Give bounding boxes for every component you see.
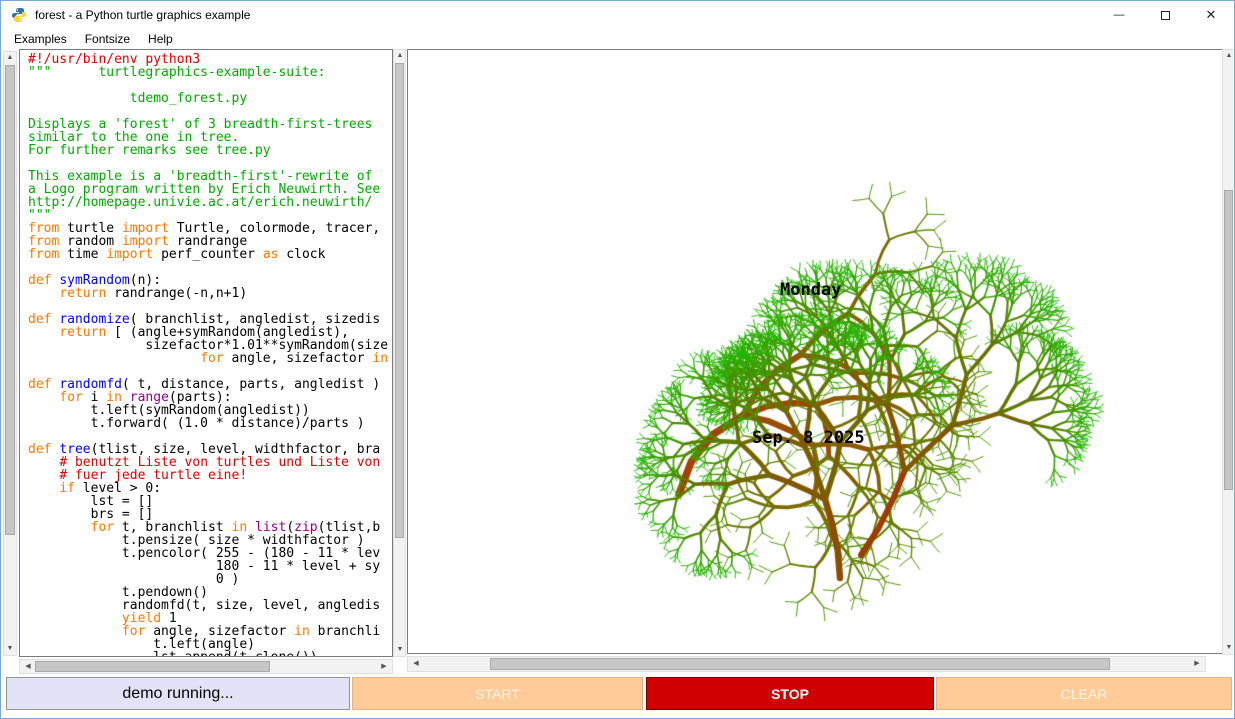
minimize-button[interactable]: —	[1096, 1, 1142, 29]
code-line: return [ (angle+symRandom(angledist),	[28, 326, 392, 339]
text-vscrollbar[interactable]: ▲ ▼	[393, 49, 406, 657]
status-label: demo running...	[6, 677, 350, 710]
scroll-left-icon[interactable]: ◀	[410, 658, 422, 670]
code-line: # fuer jede turtle eine!	[28, 469, 392, 482]
code-line: if level > 0:	[28, 482, 392, 495]
python-icon	[11, 7, 27, 23]
scroll-down-icon[interactable]: ▼	[4, 643, 16, 655]
code-line: For further remarks see tree.py	[28, 144, 392, 157]
code-line: # benutzt Liste von turtles und Liste vo…	[28, 456, 392, 469]
scrollbar-thumb[interactable]	[490, 658, 1110, 670]
app-window: forest - a Python turtle graphics exampl…	[0, 0, 1235, 719]
scrollbar-thumb[interactable]	[1224, 190, 1233, 490]
code-line: t.pencolor( 255 - (180 - 11 * lev	[28, 547, 392, 560]
start-button[interactable]: START	[352, 677, 643, 710]
code-line: yield 1	[28, 612, 392, 625]
code-line: def randomfd( t, distance, parts, angled…	[28, 378, 392, 391]
code-line: Displays a 'forest' of 3 breadth-first-t…	[28, 118, 392, 131]
code-line: def symRandom(n):	[28, 274, 392, 287]
code-line: sizefactor*1.01**symRandom(size	[28, 339, 392, 352]
code-line: lst = []	[28, 495, 392, 508]
code-line: 0 )	[28, 573, 392, 586]
code-line: for t, branchlist in list(zip(tlist,b	[28, 521, 392, 534]
code-line: lst.append(t.clone())	[28, 651, 392, 657]
code-line: t.pensize( size * widthfactor )	[28, 534, 392, 547]
canvas-hscrollbar[interactable]: ◀ ▶	[407, 656, 1206, 672]
minimize-icon: —	[1114, 9, 1125, 21]
menu-help[interactable]: Help	[139, 30, 182, 48]
scroll-right-icon[interactable]: ▶	[1191, 658, 1203, 670]
code-editor[interactable]: #!/usr/bin/env python3""" turtlegraphics…	[19, 49, 393, 657]
close-button[interactable]: ✕	[1188, 1, 1234, 29]
title-bar: forest - a Python turtle graphics exampl…	[1, 1, 1234, 29]
code-line: #!/usr/bin/env python3	[28, 53, 392, 66]
code-lines: #!/usr/bin/env python3""" turtlegraphics…	[28, 53, 392, 657]
menu-examples[interactable]: Examples	[5, 30, 76, 48]
code-line: """ turtlegraphics-example-suite:	[28, 66, 392, 79]
code-line: for i in range(parts):	[28, 391, 392, 404]
turtle-canvas-panel: Monday Sep. 8 2025	[407, 49, 1223, 654]
code-line	[28, 300, 392, 313]
code-line: t.forward( (1.0 * distance)/parts )	[28, 417, 392, 430]
code-line	[28, 430, 392, 443]
maximize-button[interactable]	[1142, 1, 1188, 29]
code-line	[28, 79, 392, 92]
code-line: return randrange(-n,n+1)	[28, 287, 392, 300]
menu-fontsize[interactable]: Fontsize	[76, 30, 139, 48]
scroll-down-icon[interactable]: ▼	[1223, 642, 1235, 654]
code-line	[28, 157, 392, 170]
code-line: http://homepage.univie.ac.at/erich.neuwi…	[28, 196, 392, 209]
code-line: def tree(tlist, size, level, widthfactor…	[28, 443, 392, 456]
canvas-label-weekday: Monday	[780, 282, 841, 299]
canvas-label-date: Sep. 8 2025	[752, 430, 865, 447]
code-line: t.left(symRandom(angledist))	[28, 404, 392, 417]
code-line: 180 - 11 * level + sy	[28, 560, 392, 573]
code-line: t.left(angle)	[28, 638, 392, 651]
scrollbar-thumb[interactable]	[5, 65, 15, 535]
window-title: forest - a Python turtle graphics exampl…	[35, 8, 250, 22]
code-line: This example is a 'breadth-first'-rewrit…	[28, 170, 392, 183]
menu-bar: Examples Fontsize Help	[1, 29, 1234, 49]
code-line: def randomize( branchlist, angledist, si…	[28, 313, 392, 326]
code-line: t.pendown()	[28, 586, 392, 599]
close-icon: ✕	[1206, 7, 1217, 23]
scroll-up-icon[interactable]: ▲	[1223, 50, 1235, 62]
code-line: brs = []	[28, 508, 392, 521]
code-line: for angle, sizefactor in branchli	[28, 625, 392, 638]
code-line	[28, 261, 392, 274]
code-line: a Logo program written by Erich Neuwirth…	[28, 183, 392, 196]
scrollbar-thumb[interactable]	[395, 63, 404, 538]
turtle-canvas	[408, 50, 1222, 653]
code-line: tdemo_forest.py	[28, 92, 392, 105]
scrollbar-thumb[interactable]	[35, 661, 270, 672]
maximize-icon	[1161, 11, 1170, 20]
code-line: from turtle import Turtle, colormode, tr…	[28, 222, 392, 235]
scroll-up-icon[interactable]: ▲	[394, 50, 406, 62]
scroll-up-icon[interactable]: ▲	[4, 52, 16, 64]
canvas-vscrollbar[interactable]: ▲ ▼	[1222, 49, 1235, 655]
text-hscrollbar[interactable]: ◀ ▶	[19, 659, 393, 674]
code-line	[28, 365, 392, 378]
code-line: from random import randrange	[28, 235, 392, 248]
scroll-left-icon[interactable]: ◀	[22, 661, 34, 673]
scroll-right-icon[interactable]: ▶	[378, 661, 390, 673]
code-line: for angle, sizefactor in	[28, 352, 392, 365]
scroll-down-icon[interactable]: ▼	[394, 644, 406, 656]
stop-button[interactable]: STOP	[646, 677, 934, 710]
code-line	[28, 105, 392, 118]
text-left-vscrollbar[interactable]: ▲ ▼	[3, 51, 17, 656]
code-line: similar to the one in tree.	[28, 131, 392, 144]
code-line: """	[28, 209, 392, 222]
clear-button[interactable]: CLEAR	[936, 677, 1232, 710]
code-line: from time import perf_counter as clock	[28, 248, 392, 261]
code-line: randomfd(t, size, level, angledis	[28, 599, 392, 612]
